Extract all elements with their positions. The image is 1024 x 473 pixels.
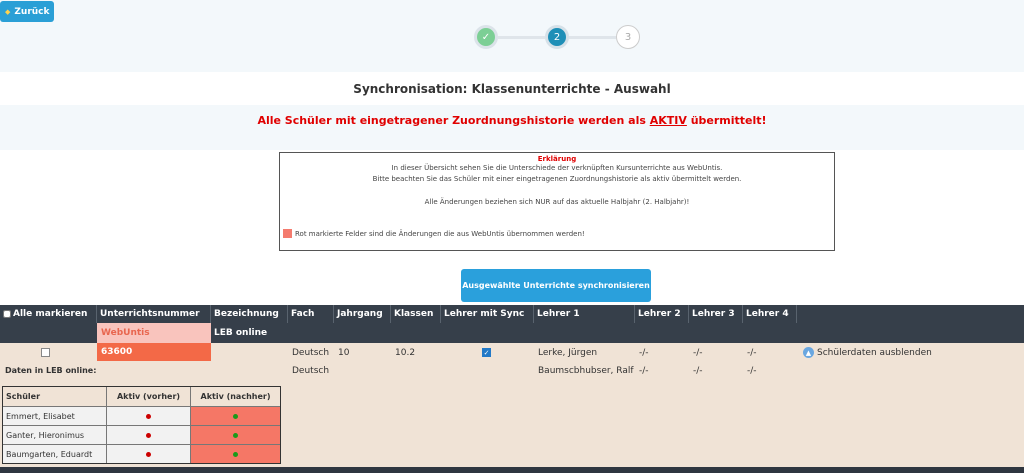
warning-message: Alle Schüler mit eingetragener Zuordnung… [0, 114, 1024, 127]
explanation-line-3: Alle Änderungen beziehen sich NUR auf da… [424, 198, 690, 206]
step-3-label: 3 [624, 31, 632, 43]
cell-lehrer-2: -/- [639, 348, 649, 358]
sync-area: Ausgewählte Unterrichte synchronisieren [0, 265, 1024, 305]
header-select-all-label: Alle markieren [13, 309, 88, 319]
legend-text: Rot markierte Felder sind die Änderungen… [295, 229, 585, 238]
student-name: Ganter, Hieronimus [3, 426, 107, 444]
leb-data-label: Daten in LEB online: [5, 366, 97, 375]
header-nr: Unterrichtsnummer [97, 305, 211, 323]
explanation-line-1: In dieser Übersicht sehen Sie die Unters… [391, 164, 723, 172]
students-header-name: Schüler [3, 387, 107, 406]
checkmark-icon: ✓ [483, 349, 490, 357]
step-2-current: 2 [545, 25, 569, 49]
table-body: 63600 Deutsch 10 10.2 ✓ Lerke, Jürgen -/… [0, 343, 1024, 467]
student-prev-status [107, 445, 191, 463]
student-name: Baumgarten, Eduardt [3, 445, 107, 463]
student-row: Emmert, Elisabet [3, 406, 280, 425]
stepper-line-1 [498, 36, 545, 39]
student-row: Baumgarten, Eduardt [3, 444, 280, 463]
header-lehrer-2: Lehrer 2 [635, 305, 689, 323]
source-row: WebUntis LEB online [0, 323, 1024, 343]
info-section: Erklärung In dieser Übersicht sehen Sie … [0, 150, 1024, 265]
back-label: Zurück [14, 6, 50, 17]
leb-cell-lehrer-3: -/- [693, 366, 703, 376]
red-dot-icon [146, 432, 151, 438]
header-klassen: Klassen [391, 305, 441, 323]
warning-prefix: Alle Schüler mit eingetragener Zuordnung… [257, 114, 650, 127]
students-table: Schüler Aktiv (vorher) Aktiv (nachher) E… [2, 386, 281, 464]
student-name: Emmert, Elisabet [3, 407, 107, 425]
select-all-checkbox[interactable] [3, 310, 11, 318]
back-arrow-icon: ◆ [5, 7, 11, 16]
student-prev-status [107, 426, 191, 444]
header-lehrer-1: Lehrer 1 [534, 305, 635, 323]
back-button[interactable]: ◆ Zurück [0, 1, 54, 22]
header-jahrgang: Jahrgang [334, 305, 391, 323]
bottom-bar [0, 467, 1024, 473]
student-prev-status [107, 407, 191, 425]
table-header: Alle markieren Unterrichtsnummer Bezeich… [0, 305, 1024, 323]
student-row: Ganter, Hieronimus [3, 425, 280, 444]
header-fach: Fach [288, 305, 334, 323]
hide-student-data-label: Schülerdaten ausblenden [817, 347, 932, 358]
cell-lehrer-4: -/- [747, 348, 757, 358]
check-icon: ✓ [481, 31, 491, 43]
green-dot-icon [233, 451, 238, 457]
header-select-all[interactable]: Alle markieren [0, 305, 97, 323]
step-1-done: ✓ [474, 25, 498, 49]
header-lehrer-3: Lehrer 3 [689, 305, 743, 323]
explanation-box: Erklärung In dieser Übersicht sehen Sie … [279, 152, 835, 251]
arrow-up-circle-icon: ▲ [803, 347, 814, 358]
leb-cell-lehrer-2: -/- [639, 366, 649, 376]
legend: Rot markierte Felder sind die Änderungen… [283, 229, 585, 238]
leb-cell-fach: Deutsch [292, 366, 330, 376]
student-next-status [191, 445, 280, 463]
students-header-next: Aktiv (nachher) [191, 387, 280, 406]
cell-lehrer-3: -/- [693, 348, 703, 358]
green-dot-icon [233, 413, 238, 419]
header-bez: Bezeichnung [211, 305, 288, 323]
red-dot-icon [146, 413, 151, 419]
green-dot-icon [233, 432, 238, 438]
explanation-title: Erklärung [537, 155, 577, 163]
warning-suffix: übermittelt! [686, 114, 767, 127]
step-3-pending: 3 [616, 25, 640, 49]
student-next-status [191, 426, 280, 444]
row-select-checkbox[interactable] [41, 348, 50, 357]
step-2-label: 2 [553, 31, 561, 43]
cell-jahrgang: 10 [338, 348, 350, 358]
nr-cell-changed: 63600 [97, 343, 211, 361]
webuntis-source-label: WebUntis [97, 323, 211, 343]
header-lehrer-sync: Lehrer mit Sync [441, 305, 534, 323]
leb-cell-lehrer-1: Baumscbhubser, Ralf [538, 366, 634, 376]
students-header-row: Schüler Aktiv (vorher) Aktiv (nachher) [3, 387, 280, 406]
students-header-prev: Aktiv (vorher) [107, 387, 191, 406]
stepper-line-2 [569, 36, 616, 39]
header-lehrer-4: Lehrer 4 [743, 305, 797, 323]
cell-fach: Deutsch [292, 348, 330, 358]
lehrer-sync-checkbox[interactable]: ✓ [482, 348, 491, 357]
wizard-stepper: ✓ 2 3 [474, 25, 640, 49]
explanation-line-2: Bitte beachten Sie das Schüler mit einer… [372, 175, 742, 183]
cell-lehrer-1: Lerke, Jürgen [538, 348, 598, 358]
cell-klassen: 10.2 [395, 348, 416, 358]
page-title: Synchronisation: Klassenunterrichte - Au… [0, 72, 1024, 105]
red-dot-icon [146, 451, 151, 457]
hide-student-data-link[interactable]: ▲ Schülerdaten ausblenden [803, 347, 932, 358]
leb-source-label: LEB online [214, 328, 268, 338]
leb-cell-lehrer-4: -/- [747, 366, 757, 376]
warning-keyword: AKTIV [649, 114, 687, 127]
sync-button[interactable]: Ausgewählte Unterrichte synchronisieren [461, 269, 651, 302]
red-swatch-icon [283, 229, 292, 238]
student-next-status [191, 407, 280, 425]
